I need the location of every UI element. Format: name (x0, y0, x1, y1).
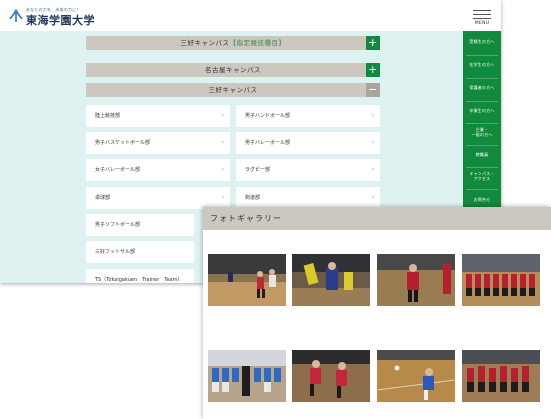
nav-divider (466, 145, 498, 146)
team-group-photo-icon (462, 350, 540, 402)
side-nav-staff[interactable]: 教職員 (463, 152, 501, 157)
club-label: 男子バスケットボール部 (95, 140, 151, 146)
gallery-photo[interactable] (292, 350, 370, 402)
club-item[interactable]: 女子バレーボール部 › (86, 159, 230, 181)
club-item[interactable]: 男子バスケットボール部 › (86, 132, 230, 154)
club-item[interactable]: 陸上競技部 › (86, 105, 230, 127)
side-nav-applicants[interactable]: 受験生の方へ (463, 39, 501, 44)
chevron-right-icon: › (371, 112, 374, 119)
chevron-right-icon: › (371, 166, 374, 173)
accordion-tag: 【指定競技種目】 (229, 39, 286, 47)
accordion-miyoshi-campus[interactable]: 三好キャンパス − (86, 83, 380, 97)
handball-photo-icon (377, 350, 455, 402)
gallery-photo[interactable] (377, 254, 455, 306)
site-header: あなたの力を、未来の力に！ 東海学園大学 MENU (0, 0, 501, 31)
club-label: 三好フットサル部 (95, 249, 136, 255)
club-item[interactable]: 男子ソフトボール部 (86, 214, 194, 236)
side-nav-alumni[interactable]: 卒業生の方へ (463, 108, 501, 113)
collapse-minus-icon[interactable]: − (366, 83, 380, 97)
team-group-photo-icon (462, 254, 540, 306)
menu-label: MENU (474, 21, 490, 26)
accordion-miyoshi-designated[interactable]: 三好キャンパス【指定競技種目】 + (86, 36, 380, 50)
gallery-photo[interactable] (292, 254, 370, 306)
club-item[interactable]: 卓球部 › (86, 187, 230, 209)
nav-divider (466, 123, 498, 124)
side-nav-students[interactable]: 在学生の方へ (463, 62, 501, 67)
gallery-photo[interactable] (377, 350, 455, 402)
club-label: 男子バレーボール部 (245, 140, 291, 146)
club-label: 陸上競技部 (95, 113, 121, 119)
accordion-nagoya-campus[interactable]: 名古屋キャンパス + (86, 63, 380, 77)
gallery-title: フォトギャラリー (203, 207, 551, 230)
expand-plus-icon[interactable]: + (366, 36, 380, 50)
club-item[interactable]: 剣道部 › (236, 187, 380, 209)
chevron-right-icon: › (221, 194, 224, 201)
gallery-photo[interactable] (208, 254, 286, 306)
nav-divider (466, 78, 498, 79)
gallery-photo[interactable] (462, 350, 540, 402)
university-logo-icon[interactable] (8, 8, 24, 24)
chevron-right-icon: › (221, 112, 224, 119)
menu-button[interactable]: MENU (471, 6, 493, 28)
gallery-photo[interactable] (462, 254, 540, 306)
nav-divider (466, 55, 498, 56)
chevron-right-icon: › (221, 166, 224, 173)
chevron-right-icon: › (371, 194, 374, 201)
side-nav-contact[interactable]: お問合せ (463, 197, 501, 202)
nav-divider (466, 167, 498, 168)
accordion-title: 名古屋キャンパス (205, 66, 261, 74)
menu-bar-icon (473, 10, 491, 11)
side-nav-companies[interactable]: 企業・ 一般の方へ (463, 127, 501, 137)
menu-bar-icon (473, 18, 491, 19)
team-group-photo-icon (208, 350, 286, 402)
club-label: ラグビー部 (245, 167, 271, 173)
expand-plus-icon[interactable]: + (366, 63, 380, 77)
menu-bar-icon (473, 14, 491, 15)
side-nav-parents[interactable]: 保護者の方へ (463, 85, 501, 90)
university-name[interactable]: 東海学園大学 (26, 12, 95, 28)
handball-photo-icon (208, 254, 286, 306)
club-label: 男子ハンドボール部 (245, 113, 291, 119)
club-label: 剣道部 (245, 195, 261, 201)
photo-gallery-page: フォトギャラリー (203, 207, 551, 419)
gallery-photo[interactable] (208, 350, 286, 402)
handball-photo-icon (292, 350, 370, 402)
club-label: 男子ソフトボール部 (95, 222, 141, 228)
nav-divider (466, 189, 498, 190)
side-nav-campus-access[interactable]: キャンパス・ アクセス (463, 171, 501, 181)
club-item[interactable]: 男子バレーボール部 › (236, 132, 380, 154)
accordion-title: 三好キャンパス (208, 86, 258, 94)
club-item[interactable]: ラグビー部 › (236, 159, 380, 181)
nav-divider (466, 101, 498, 102)
club-item[interactable]: 男子ハンドボール部 › (236, 105, 380, 127)
club-label: 卓球部 (95, 195, 111, 201)
club-label: TS（Tokaigakuen Trainer Team） (95, 277, 183, 283)
accordion-title: 三好キャンパス (180, 39, 230, 47)
chevron-right-icon: › (221, 139, 224, 146)
club-label: 女子バレーボール部 (95, 167, 141, 173)
club-item[interactable]: 三好フットサル部 (86, 241, 194, 263)
chevron-right-icon: › (371, 139, 374, 146)
volleyball-photo-icon (292, 254, 370, 306)
handball-photo-icon (377, 254, 455, 306)
club-item[interactable]: TS（Tokaigakuen Trainer Team） (86, 269, 194, 283)
